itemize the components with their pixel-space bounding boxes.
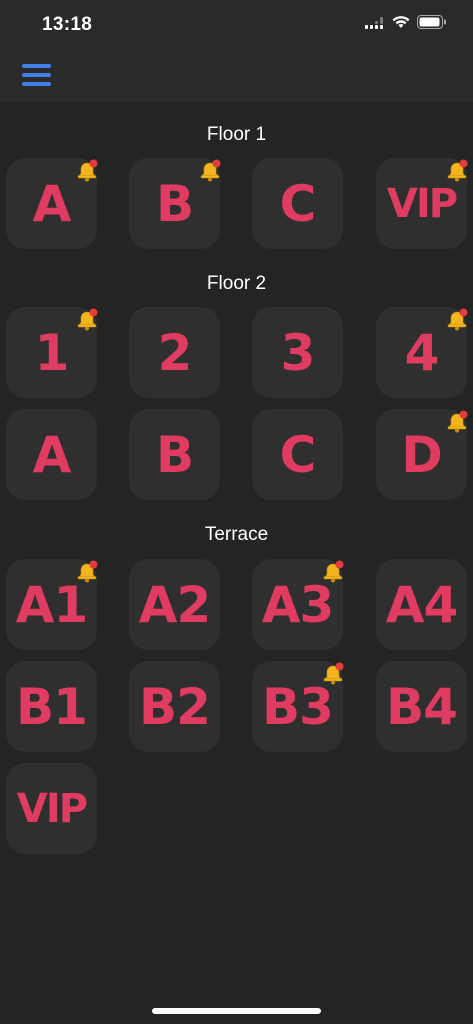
table-tile[interactable]: C: [252, 409, 343, 500]
table-label: 3: [280, 323, 316, 382]
home-indicator: [152, 1008, 321, 1014]
table-tile[interactable]: B2: [129, 661, 220, 752]
table-label: A4: [385, 575, 459, 634]
section-title-floor-2: Floor 2: [206, 273, 267, 294]
notification-bell-icon: [74, 307, 100, 333]
table-tile[interactable]: A2: [129, 559, 220, 650]
table-label: B4: [386, 677, 458, 736]
table-label: VIP: [16, 785, 88, 832]
table-tile[interactable]: B: [129, 409, 220, 500]
notification-bell-icon: [444, 409, 470, 435]
table-tile[interactable]: B1: [6, 661, 97, 752]
table-label: C: [279, 174, 317, 233]
table-tile[interactable]: A4: [376, 559, 467, 650]
status-bar: 13:18: [0, 0, 473, 52]
table-tile[interactable]: A: [6, 409, 97, 500]
notification-bell-icon: [444, 307, 470, 333]
notification-bell-icon: [444, 158, 470, 184]
table-tile[interactable]: B4: [376, 661, 467, 752]
notification-bell-icon: [320, 661, 346, 687]
table-tile[interactable]: B: [129, 158, 223, 249]
system-icons: [365, 15, 447, 34]
table-tile[interactable]: 1: [6, 307, 100, 398]
table-tile[interactable]: B3: [252, 661, 346, 752]
battery-icon: [417, 15, 447, 34]
section-title-floor-1: Floor 1: [206, 124, 267, 145]
notification-bell-icon: [74, 559, 100, 585]
table-label: B: [155, 425, 194, 484]
hamburger-menu-icon[interactable]: [22, 64, 52, 88]
notification-bell-icon: [320, 559, 346, 585]
notification-bell-icon: [74, 158, 100, 184]
table-label: C: [279, 425, 317, 484]
navigation-bar: [0, 52, 473, 102]
table-label: 2: [157, 323, 193, 382]
table-label: A: [32, 425, 72, 484]
table-tile[interactable]: 3: [252, 307, 343, 398]
table-label: B2: [139, 677, 211, 736]
table-label: B1: [16, 677, 88, 736]
table-tile[interactable]: A1: [6, 559, 100, 650]
table-tile[interactable]: D: [376, 409, 470, 500]
table-label: A2: [138, 575, 212, 634]
cellular-signal-icon: [365, 16, 385, 34]
table-tile[interactable]: 4: [376, 307, 470, 398]
table-tile[interactable]: C: [252, 158, 343, 249]
table-tile[interactable]: A: [6, 158, 100, 249]
status-time: 13:18: [42, 14, 93, 35]
table-tile[interactable]: VIP: [376, 158, 470, 249]
section-title-terrace: Terrace: [204, 524, 269, 545]
notification-bell-icon: [197, 158, 223, 184]
wifi-icon: [392, 15, 410, 34]
table-tile[interactable]: VIP: [6, 763, 97, 854]
table-tile[interactable]: A3: [252, 559, 346, 650]
table-tile[interactable]: 2: [129, 307, 220, 398]
